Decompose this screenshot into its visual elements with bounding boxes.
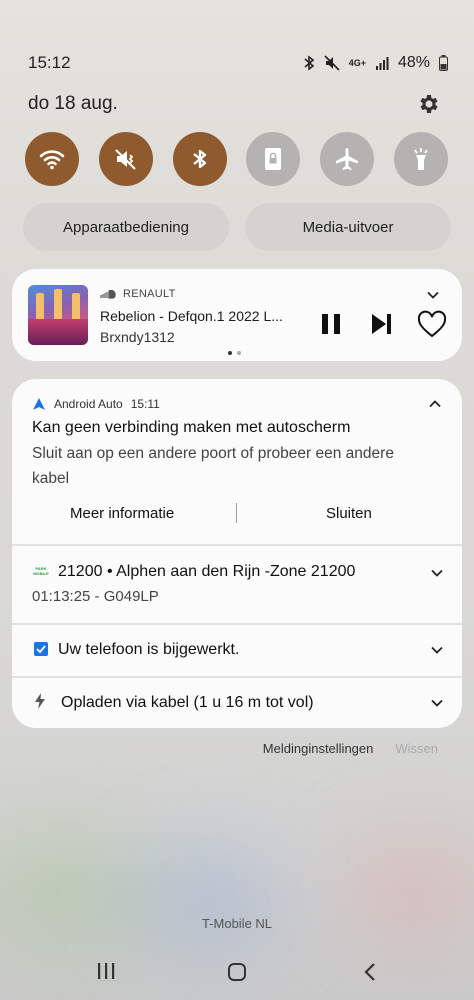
status-bar: 15:12 4G+ 48% — [28, 50, 448, 76]
collapse-chevron-icon[interactable] — [428, 397, 442, 411]
like-heart-button[interactable] — [416, 309, 448, 341]
expand-chevron-icon[interactable] — [430, 696, 444, 710]
notification-app-name: Android Auto — [54, 397, 123, 411]
page-indicator — [228, 351, 241, 355]
bluetooth-toggle[interactable] — [172, 132, 227, 186]
more-info-button[interactable]: Meer informatie — [70, 505, 174, 522]
wifi-toggle[interactable] — [25, 132, 79, 186]
action-divider — [236, 503, 237, 523]
flashlight-icon — [414, 148, 428, 170]
media-source: RENAULT — [100, 288, 176, 300]
flashlight-toggle[interactable] — [393, 132, 448, 186]
background-blur — [130, 840, 290, 960]
clock: 15:12 — [28, 53, 71, 72]
soundcloud-icon — [100, 289, 116, 299]
background-blur — [340, 830, 474, 950]
notification-time: 15:11 — [130, 397, 160, 411]
media-source-label: RENAULT — [123, 288, 176, 300]
media-output-button[interactable]: Media-uitvoer — [245, 203, 451, 251]
notification-title: Kan geen verbinding maken met autoscherm — [32, 419, 351, 436]
mute-toggle[interactable] — [98, 132, 153, 186]
track-artist: Brxndy1312 — [100, 329, 175, 345]
charging-notification[interactable]: Opladen via kabel (1 u 16 m tot vol) — [12, 678, 462, 728]
portrait-lock-icon — [265, 148, 282, 170]
parking-notification[interactable]: PARK MOBILE 21200 • Alphen aan den Rijn … — [12, 546, 462, 624]
parking-subtitle: 01:13:25 - G049LP — [32, 588, 159, 605]
pause-button[interactable] — [318, 311, 344, 337]
battery-icon — [439, 55, 448, 71]
network-type: 4G+ — [348, 58, 366, 68]
wifi-icon — [39, 150, 65, 170]
android-auto-notification[interactable]: Android Auto 15:11 Kan geen verbinding m… — [12, 379, 462, 544]
notification-settings-link[interactable]: Meldinginstellingen — [263, 741, 374, 756]
signal-icon — [375, 57, 389, 70]
android-auto-icon — [33, 398, 45, 410]
recent-apps-icon[interactable] — [96, 962, 116, 980]
date-label: do 18 aug. — [28, 93, 118, 114]
home-icon[interactable] — [227, 962, 247, 982]
charging-bolt-icon — [35, 693, 45, 709]
close-button[interactable]: Sluiten — [326, 505, 372, 522]
mute-icon — [115, 149, 136, 170]
track-title: Rebelion - Defqon.1 2022 L... — [100, 308, 283, 324]
settings-gear-icon[interactable] — [416, 92, 440, 116]
mute-status-icon — [324, 55, 340, 71]
parkmobile-logo-icon: PARK MOBILE — [33, 566, 49, 576]
update-check-icon — [34, 642, 48, 656]
charging-title: Opladen via kabel (1 u 16 m tot vol) — [61, 694, 314, 711]
bluetooth-status-icon — [304, 55, 314, 71]
airplane-toggle[interactable] — [320, 132, 375, 186]
media-player-card[interactable]: RENAULT Rebelion - Defqon.1 2022 L... Br… — [12, 269, 462, 361]
parking-title: 21200 • Alphen aan den Rijn -Zone 21200 — [58, 563, 356, 580]
expand-chevron-icon[interactable] — [430, 566, 444, 580]
bluetooth-icon — [192, 149, 206, 169]
navigation-bar — [0, 960, 474, 984]
device-control-button[interactable]: Apparaatbediening — [23, 203, 229, 251]
battery-percent: 48% — [397, 54, 430, 71]
next-track-button[interactable] — [369, 311, 395, 337]
portrait-lock-toggle[interactable] — [246, 132, 301, 186]
notification-card: Android Auto 15:11 Kan geen verbinding m… — [12, 379, 462, 728]
quick-settings-toggles — [25, 132, 448, 186]
notification-body: Sluit aan op een andere poort of probeer… — [32, 445, 394, 487]
airplane-icon — [336, 148, 359, 170]
expand-chevron-icon[interactable] — [430, 643, 444, 657]
back-icon[interactable] — [362, 962, 378, 982]
update-notification[interactable]: Uw telefoon is bijgewerkt. — [12, 625, 462, 677]
expand-chevron-icon[interactable] — [426, 288, 440, 302]
carrier-label: T-Mobile NL — [201, 916, 273, 931]
clear-all-link[interactable]: Wissen — [395, 741, 438, 756]
update-title: Uw telefoon is bijgewerkt. — [58, 641, 240, 658]
album-art — [28, 285, 88, 345]
